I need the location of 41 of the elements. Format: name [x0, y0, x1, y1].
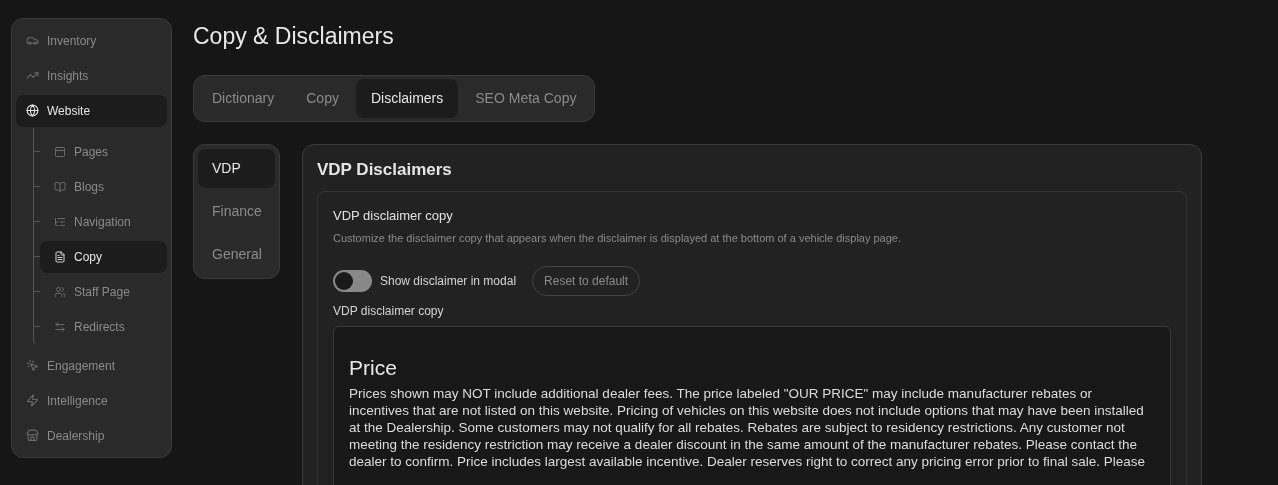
tab[interactable]: SEO Meta Copy — [460, 79, 592, 118]
sidebar-subitem[interactable]: Copy — [40, 240, 167, 273]
list-tree-icon — [54, 215, 66, 228]
book-icon — [54, 180, 66, 193]
sidebar-subitem[interactable]: Pages — [40, 135, 167, 168]
document-icon — [54, 250, 66, 263]
users-icon — [54, 285, 66, 298]
card-title: VDP Disclaimers — [317, 159, 453, 181]
page-title: Copy & Disclaimers — [193, 22, 395, 51]
section-description: Customize the disclaimer copy that appears when the disclaimer is displayed at the bottom of a vehicle display page. — [333, 230, 903, 246]
rich-text-editor[interactable] — [333, 326, 1171, 485]
toggle-label: Show disclaimer in modal — [380, 273, 517, 290]
chart-icon — [26, 69, 39, 82]
car-icon — [26, 34, 39, 47]
subnav-item[interactable]: VDP — [198, 149, 275, 188]
sidebar-subitem[interactable]: Navigation — [40, 205, 167, 238]
globe-icon — [26, 104, 39, 117]
arrows-icon — [54, 320, 66, 333]
sidebar-subitem[interactable]: Redirects — [40, 310, 167, 343]
sidebar-item[interactable]: Intelligence — [16, 384, 167, 417]
subnav-item[interactable]: Finance — [198, 192, 275, 231]
sidebar-item[interactable]: Engagement — [16, 349, 167, 382]
editor-heading: Price — [349, 355, 398, 381]
pointer-icon — [26, 359, 39, 372]
field-label: VDP disclaimer copy — [333, 303, 445, 320]
store-icon — [26, 429, 39, 442]
toggle-switch[interactable] — [333, 270, 372, 292]
layout-icon — [54, 145, 66, 158]
tab[interactable]: Disclaimers — [355, 79, 459, 118]
sidebar-item[interactable]: Dealership — [16, 419, 167, 452]
bolt-icon — [26, 394, 39, 407]
sidebar-subitem[interactable]: Blogs — [40, 170, 167, 203]
sidebar-item[interactable]: Website — [16, 94, 167, 127]
sidebar-item[interactable]: Insights — [16, 59, 167, 92]
subnav-item[interactable]: General — [198, 235, 275, 274]
sidebar-item[interactable]: Inventory — [16, 24, 167, 57]
editor-paragraph: Prices shown may NOT include additional dealer fees. The price labeled "OUR PRICE" may include manufacturer rebates or incentives that are not listed on this website. Pricing of vehicles on this website does not include options that may have been installed at the Dealership. Some customers may not qualify for all rebates. Rebates are subject to residency restrictions. Any customer not meeting the residency restriction may receive a dealer discount in the same amount of the manufacturer rebates. Please contact the dealer to confirm. Price includes largest available incentive. Dealer reserves right to correct any pricing error prior to final sale. Please — [349, 385, 1147, 470]
tab[interactable]: Dictionary — [197, 79, 290, 118]
sidebar-subitem[interactable]: Staff Page — [40, 275, 167, 308]
section-title: VDP disclaimer copy — [333, 207, 454, 225]
tab[interactable]: Copy — [291, 79, 354, 118]
